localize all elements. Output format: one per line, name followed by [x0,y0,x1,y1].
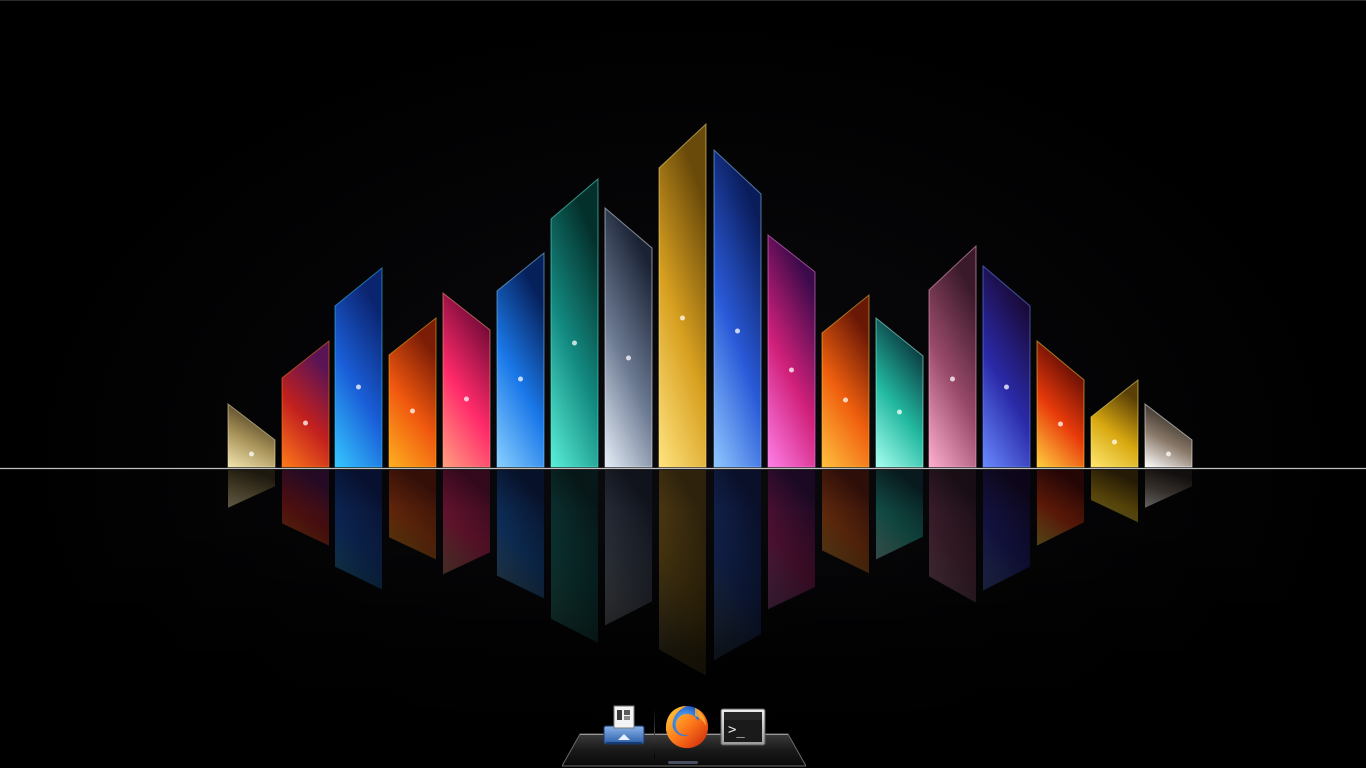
wallpaper-prism [334,266,383,468]
wallpaper-prism-spark [303,420,308,426]
file-manager-icon [603,705,645,745]
wallpaper-prism [496,251,545,468]
wallpaper-prism-spark [1004,384,1009,390]
wallpaper-prism [550,177,599,468]
wallpaper-prism-spark [843,397,848,403]
wallpaper-prism [442,291,491,468]
wallpaper-prism [982,264,1031,468]
wallpaper-prism-spark [1058,421,1063,427]
wallpaper-prism-reflection [228,470,275,508]
wallpaper-prism-spark [249,451,254,457]
dock-item-file-manager[interactable] [600,704,648,752]
wallpaper-prism-spark [897,409,902,415]
wallpaper-prism [658,122,707,468]
dock-separator [654,708,655,758]
wallpaper-prism-reflection [1145,470,1192,508]
dock: >_ [562,700,806,768]
wallpaper-prism [713,148,762,468]
dock-running-indicator [668,761,698,764]
wallpaper-prism-spark [518,376,523,382]
wallpaper-prism [281,339,330,468]
wallpaper [0,122,1366,768]
wallpaper-prism-spark [572,340,577,346]
wallpaper-prism-spark [464,396,469,402]
wallpaper-prisms [227,122,1193,468]
wallpaper-prism [227,402,276,468]
wallpaper-prism [928,244,977,468]
terminal-icon: >_ [720,708,766,746]
wallpaper-prism [1090,378,1139,468]
wallpaper-prism-spark [626,355,631,361]
dock-item-firefox[interactable] [662,702,710,750]
wallpaper-prism-spark [789,367,794,373]
wallpaper-prism-spark [735,328,740,334]
wallpaper-prism-spark [1166,451,1171,457]
wallpaper-prism-spark [680,315,685,321]
wallpaper-prism-spark [356,384,361,390]
terminal-prompt: >_ [728,722,745,738]
wallpaper-prism [875,316,924,468]
wallpaper-prism [821,293,870,468]
wallpaper-prism [767,233,816,468]
dock-item-terminal[interactable]: >_ [720,708,768,756]
wallpaper-prism-spark [1112,439,1117,445]
wallpaper-prism-spark [950,376,955,382]
wallpaper-prism-spark [410,408,415,414]
wallpaper-prism [604,206,653,468]
wallpaper-prism [1144,402,1193,468]
wallpaper-prism [1036,339,1085,468]
wallpaper-prism [388,316,437,468]
firefox-icon [665,706,709,749]
desktop: >_ [0,0,1366,768]
